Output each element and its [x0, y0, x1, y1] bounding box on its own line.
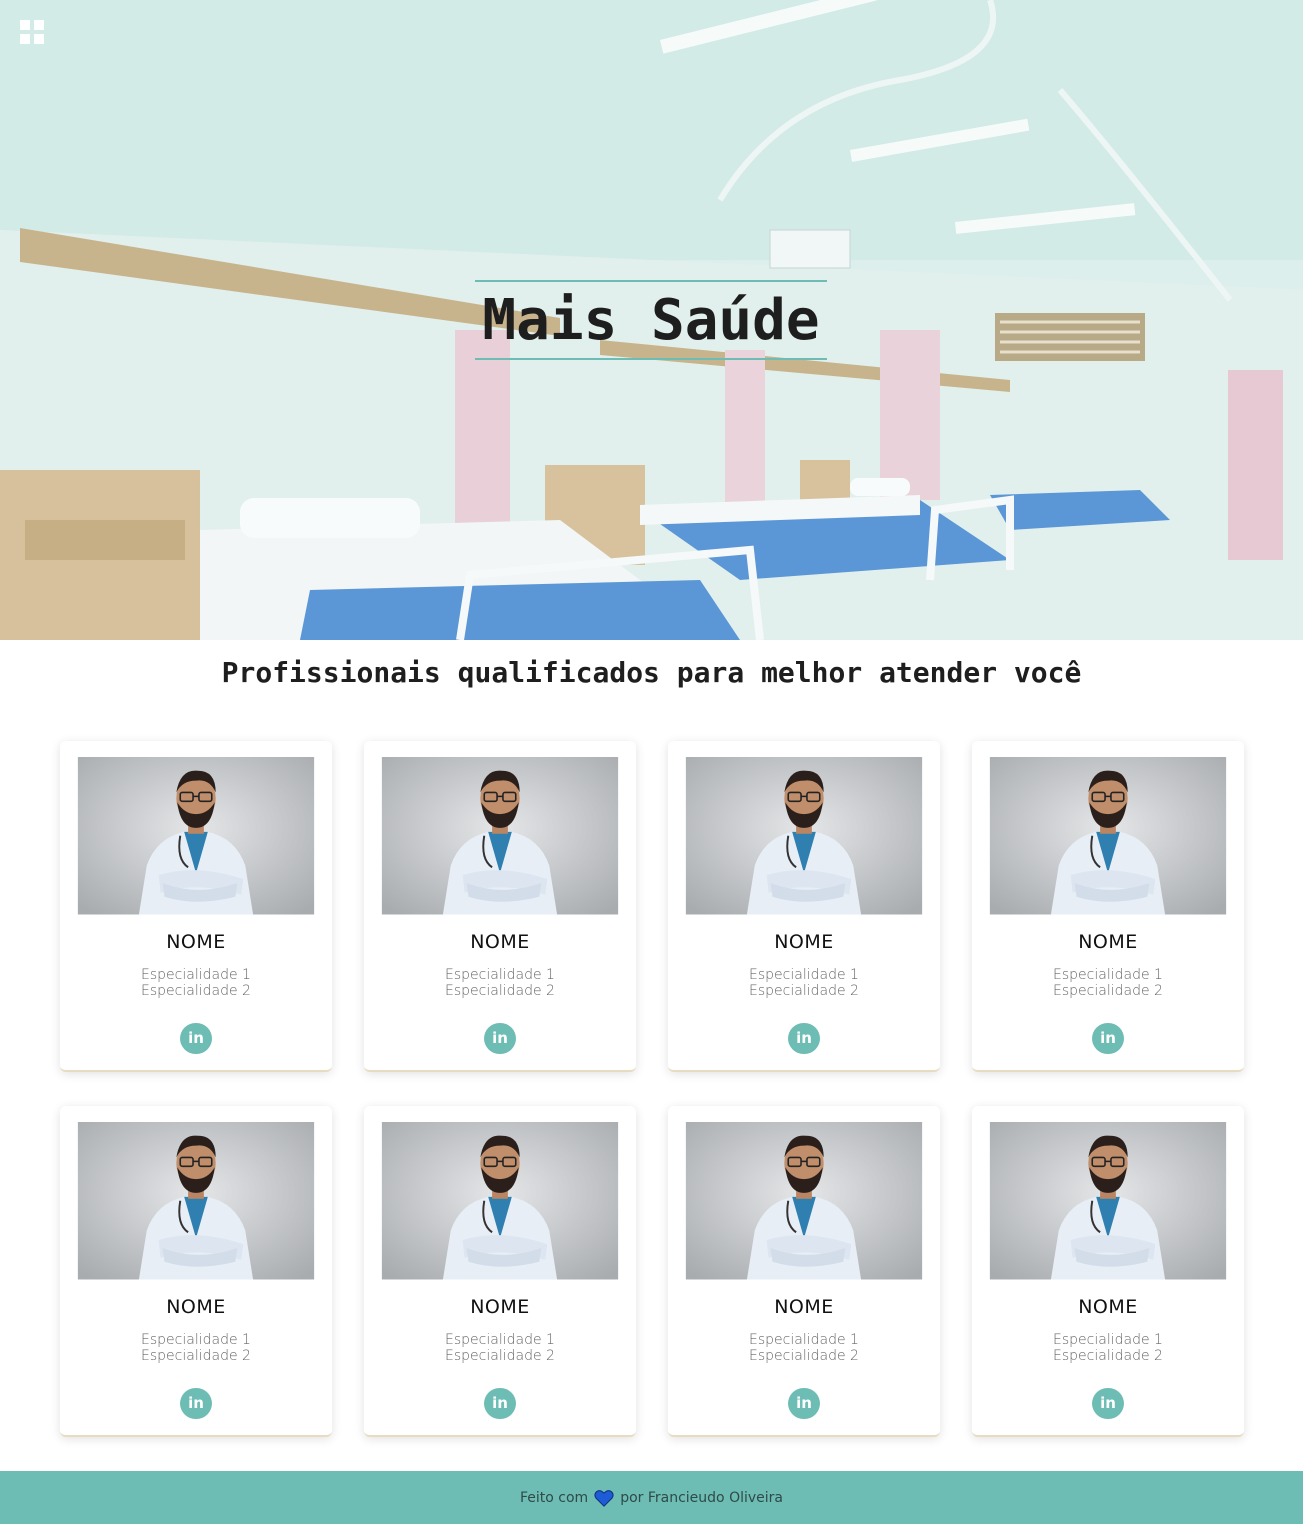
linkedin-icon[interactable]: in: [1092, 1022, 1124, 1054]
specialty-2: Especialidade 2: [141, 1347, 251, 1364]
professional-name: NOME: [774, 1295, 834, 1318]
hero-banner: Mais Saúde: [0, 0, 1303, 640]
hero-title: Mais Saúde: [482, 287, 820, 353]
professional-card: NOME Especialidade 1 Especialidade 2 in: [668, 741, 940, 1072]
specialty-1: Especialidade 1: [1053, 966, 1163, 983]
linkedin-icon[interactable]: in: [180, 1022, 212, 1054]
professional-name: NOME: [470, 930, 530, 953]
hero-title-frame: Mais Saúde: [475, 280, 827, 360]
doctor-photo: [381, 757, 619, 915]
linkedin-icon[interactable]: in: [180, 1387, 212, 1419]
doctor-photo: [77, 757, 315, 915]
specialty-2: Especialidade 2: [445, 1347, 555, 1364]
specialty-2: Especialidade 2: [749, 982, 859, 999]
linkedin-icon[interactable]: in: [484, 1022, 516, 1054]
specialty-2: Especialidade 2: [141, 982, 251, 999]
professional-name: NOME: [774, 930, 834, 953]
linkedin-icon[interactable]: in: [788, 1387, 820, 1419]
doctor-photo: [77, 1122, 315, 1280]
doctor-photo: [989, 757, 1227, 915]
professional-card: NOME Especialidade 1 Especialidade 2 in: [364, 1106, 636, 1437]
professionals-grid: NOME Especialidade 1 Especialidade 2 in: [60, 741, 1244, 1437]
professional-name: NOME: [1078, 1295, 1138, 1318]
professional-card: NOME Especialidade 1 Especialidade 2 in: [972, 741, 1244, 1072]
doctor-photo: [989, 1122, 1227, 1280]
specialty-1: Especialidade 1: [141, 966, 251, 983]
doctor-photo: [685, 757, 923, 915]
specialty-2: Especialidade 2: [1053, 1347, 1163, 1364]
footer-author: por Francieudo Oliveira: [620, 1489, 783, 1506]
footer: Feito com por Francieudo Oliveira: [0, 1471, 1303, 1524]
professional-name: NOME: [1078, 930, 1138, 953]
professional-card: NOME Especialidade 1 Especialidade 2 in: [972, 1106, 1244, 1437]
specialty-2: Especialidade 2: [1053, 982, 1163, 999]
specialty-1: Especialidade 1: [749, 1331, 859, 1348]
professional-name: NOME: [166, 1295, 226, 1318]
specialty-1: Especialidade 1: [445, 1331, 555, 1348]
specialty-2: Especialidade 2: [749, 1347, 859, 1364]
specialty-1: Especialidade 1: [1053, 1331, 1163, 1348]
specialty-1: Especialidade 1: [749, 966, 859, 983]
linkedin-icon[interactable]: in: [1092, 1387, 1124, 1419]
professional-name: NOME: [470, 1295, 530, 1318]
heart-icon: [594, 1489, 614, 1507]
grid-menu-icon[interactable]: [20, 20, 44, 44]
professional-card: NOME Especialidade 1 Especialidade 2 in: [668, 1106, 940, 1437]
specialty-1: Especialidade 1: [445, 966, 555, 983]
professional-name: NOME: [166, 930, 226, 953]
specialty-2: Especialidade 2: [445, 982, 555, 999]
footer-prefix: Feito com: [519, 1489, 589, 1506]
linkedin-icon[interactable]: in: [788, 1022, 820, 1054]
specialty-1: Especialidade 1: [141, 1331, 251, 1348]
professional-card: NOME Especialidade 1 Especialidade 2 in: [60, 1106, 332, 1437]
doctor-photo: [685, 1122, 923, 1280]
professional-card: NOME Especialidade 1 Especialidade 2 in: [364, 741, 636, 1072]
doctor-photo: [381, 1122, 619, 1280]
linkedin-icon[interactable]: in: [484, 1387, 516, 1419]
professional-card: NOME Especialidade 1 Especialidade 2 in: [60, 741, 332, 1072]
section-title: Profissionais qualificados para melhor a…: [221, 656, 1082, 689]
